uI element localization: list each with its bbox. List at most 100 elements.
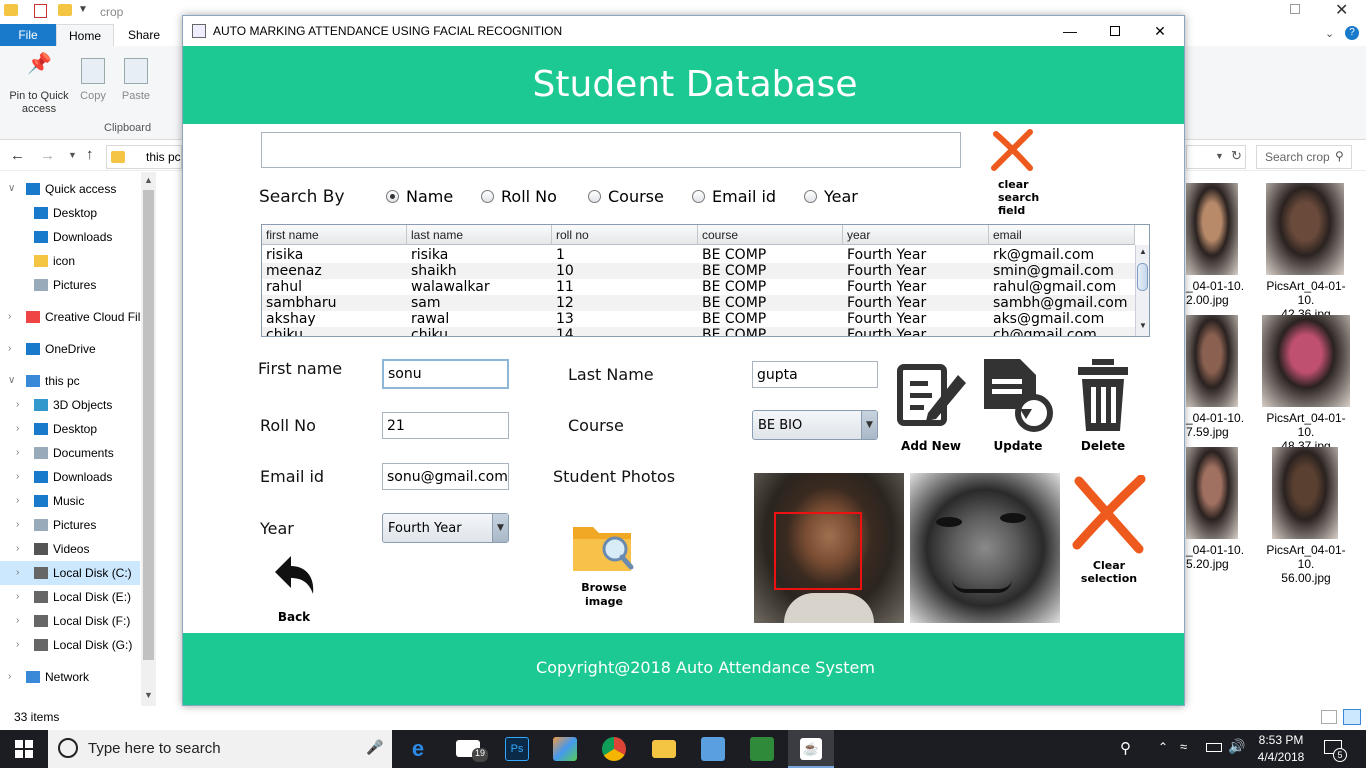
chevron-down-icon[interactable]: ∨ xyxy=(8,177,15,201)
image-thumbnail[interactable] xyxy=(1262,315,1350,407)
chevron-right-icon[interactable]: › xyxy=(16,537,19,561)
clear-selection-button[interactable]: Clear selection xyxy=(1063,475,1155,585)
navigation-scrollbar[interactable]: ▲ ▼ xyxy=(141,172,156,706)
explorer-restore-icon[interactable] xyxy=(1290,4,1300,14)
table-row[interactable]: sambharu sam 12 BE COMP Fourth Year sambh@gma… xyxy=(262,295,1135,311)
table-row[interactable]: akshay rawal 13 BE COMP Fourth Year aks@gmail… xyxy=(262,311,1135,327)
recent-dropdown-icon[interactable]: ▼ xyxy=(68,150,77,160)
virtualbox-icon[interactable] xyxy=(701,737,725,761)
thumbnail-label[interactable]: _04-01-10. 5.20.jpg xyxy=(1186,543,1246,571)
paste-button[interactable]: Paste xyxy=(118,58,154,103)
project-icon[interactable] xyxy=(750,737,774,761)
large-icons-view-icon[interactable] xyxy=(1343,709,1361,725)
sidebar-item-pictures[interactable]: › Pictures xyxy=(0,513,140,537)
sidebar-item-icon-folder[interactable]: icon xyxy=(0,249,140,273)
sidebar-item-quick-access[interactable]: ∨ Quick access xyxy=(0,177,140,201)
table-scroll-down-icon[interactable]: ▼ xyxy=(1139,321,1147,330)
sidebar-item-pictures[interactable]: Pictures xyxy=(0,273,140,297)
roll-no-field[interactable]: 21 xyxy=(382,412,509,439)
sidebar-item-this-pc[interactable]: ∨ this pc xyxy=(0,369,140,393)
chevron-right-icon[interactable]: › xyxy=(16,585,19,609)
scroll-up-icon[interactable]: ▲ xyxy=(144,175,153,185)
search-input[interactable] xyxy=(261,132,961,168)
sidebar-item-desktop[interactable]: Desktop xyxy=(0,201,140,225)
sidebar-item-local-disk-f[interactable]: › Local Disk (F:) xyxy=(0,609,140,633)
network-icon[interactable]: ≈ xyxy=(1180,739,1187,754)
chevron-right-icon[interactable]: › xyxy=(16,609,19,633)
close-button[interactable]: ✕ xyxy=(1137,16,1183,46)
new-folder-icon[interactable] xyxy=(58,4,72,16)
help-icon[interactable]: ? xyxy=(1345,26,1359,40)
sidebar-item-desktop[interactable]: › Desktop xyxy=(0,417,140,441)
customize-toolbar-icon[interactable]: ▼ xyxy=(78,4,88,15)
tab-share[interactable]: Share xyxy=(116,24,172,46)
address-box-right[interactable]: ▼ ↻ xyxy=(1186,145,1246,169)
sidebar-item-creative-cloud[interactable]: › Creative Cloud Fil xyxy=(0,305,140,329)
minimize-button[interactable]: — xyxy=(1047,16,1093,46)
image-thumbnail[interactable] xyxy=(1186,447,1238,539)
column-header[interactable]: first name xyxy=(262,225,407,245)
thumbnail-label[interactable]: PicsArt_04-01-10. 56.00.jpg xyxy=(1258,543,1354,585)
tab-file[interactable]: File xyxy=(0,24,56,46)
chevron-right-icon[interactable]: › xyxy=(16,393,19,417)
show-hidden-icons-icon[interactable]: ⌃ xyxy=(1158,740,1168,754)
column-header[interactable]: email xyxy=(989,225,1135,245)
microphone-icon[interactable]: 🎤 xyxy=(366,739,383,756)
chevron-right-icon[interactable]: › xyxy=(16,441,19,465)
thumbnail-label[interactable]: _04-01-10. 2.00.jpg xyxy=(1186,279,1246,307)
paint-icon[interactable] xyxy=(553,737,577,761)
student-table[interactable]: first name last name roll no course year… xyxy=(261,224,1150,337)
sidebar-item-local-disk-e[interactable]: › Local Disk (E:) xyxy=(0,585,140,609)
chevron-right-icon[interactable]: › xyxy=(16,465,19,489)
sidebar-item-downloads[interactable]: Downloads xyxy=(0,225,140,249)
column-header[interactable]: roll no xyxy=(552,225,698,245)
java-app-taskbar-button[interactable]: ☕ xyxy=(788,730,834,768)
sidebar-item-music[interactable]: › Music xyxy=(0,489,140,513)
last-name-field[interactable]: gupta xyxy=(752,361,878,388)
chevron-right-icon[interactable]: › xyxy=(8,337,11,361)
system-clock[interactable]: 8:53 PM 4/4/2018 xyxy=(1254,732,1308,766)
year-select[interactable]: Fourth Year ▼ xyxy=(382,513,509,543)
sidebar-item-documents[interactable]: › Documents xyxy=(0,441,140,465)
table-scrollbar[interactable]: ▲ ▼ xyxy=(1135,245,1149,336)
table-row[interactable]: risika risika 1 BE COMP Fourth Year rk@gmail.… xyxy=(262,247,1135,263)
ribbon-expand-icon[interactable]: ⌄ xyxy=(1325,27,1334,40)
sidebar-item-3d-objects[interactable]: › 3D Objects xyxy=(0,393,140,417)
table-scroll-thumb[interactable] xyxy=(1137,263,1148,291)
back-button[interactable]: Back xyxy=(271,554,317,624)
browse-image-button[interactable]: Browse image xyxy=(569,519,639,609)
copy-button[interactable]: Copy xyxy=(76,58,110,103)
first-name-field[interactable]: sonu xyxy=(382,359,509,389)
sidebar-item-network[interactable]: › Network xyxy=(0,665,140,689)
column-header[interactable]: course xyxy=(698,225,843,245)
sidebar-item-videos[interactable]: › Videos xyxy=(0,537,140,561)
table-row[interactable]: rahul walawalkar 11 BE COMP Fourth Year rahul… xyxy=(262,279,1135,295)
email-field[interactable]: sonu@gmail.com xyxy=(382,463,509,490)
sidebar-item-downloads[interactable]: › Downloads xyxy=(0,465,140,489)
table-row[interactable]: chiku chiku 14 BE COMP Fourth Year ch@gmail.c… xyxy=(262,327,1135,336)
table-scroll-up-icon[interactable]: ▲ xyxy=(1139,247,1147,256)
pin-quick-access-button[interactable]: 📌 Pin to Quick access xyxy=(4,54,74,116)
tab-home[interactable]: Home xyxy=(56,24,114,46)
chrome-icon[interactable] xyxy=(602,737,626,761)
add-new-button[interactable]: Add New xyxy=(897,357,966,453)
chevron-down-icon[interactable]: ∨ xyxy=(8,369,15,393)
image-thumbnail[interactable] xyxy=(1272,447,1338,539)
column-header[interactable]: last name xyxy=(407,225,552,245)
chevron-right-icon[interactable]: › xyxy=(16,417,19,441)
address-dropdown-icon[interactable]: ▼ xyxy=(1215,151,1224,161)
clear-search-button[interactable]: clear search field xyxy=(978,128,1044,217)
start-button[interactable] xyxy=(0,730,48,768)
details-view-icon[interactable] xyxy=(1321,710,1337,724)
volume-icon[interactable]: 🔊 xyxy=(1228,738,1245,755)
chevron-right-icon[interactable]: › xyxy=(8,305,11,329)
forward-arrow-icon[interactable]: → xyxy=(40,147,55,164)
update-button[interactable]: Update xyxy=(984,357,1053,453)
sidebar-item-onedrive[interactable]: › OneDrive xyxy=(0,337,140,361)
up-arrow-icon[interactable]: ↑ xyxy=(86,146,94,163)
address-box[interactable]: this pc xyxy=(106,145,182,169)
photoshop-icon[interactable]: Ps xyxy=(505,737,529,761)
battery-icon[interactable] xyxy=(1206,743,1222,752)
course-select[interactable]: BE BIO ▼ xyxy=(752,410,878,440)
taskbar-search-box[interactable]: Type here to search 🎤 xyxy=(48,730,392,768)
